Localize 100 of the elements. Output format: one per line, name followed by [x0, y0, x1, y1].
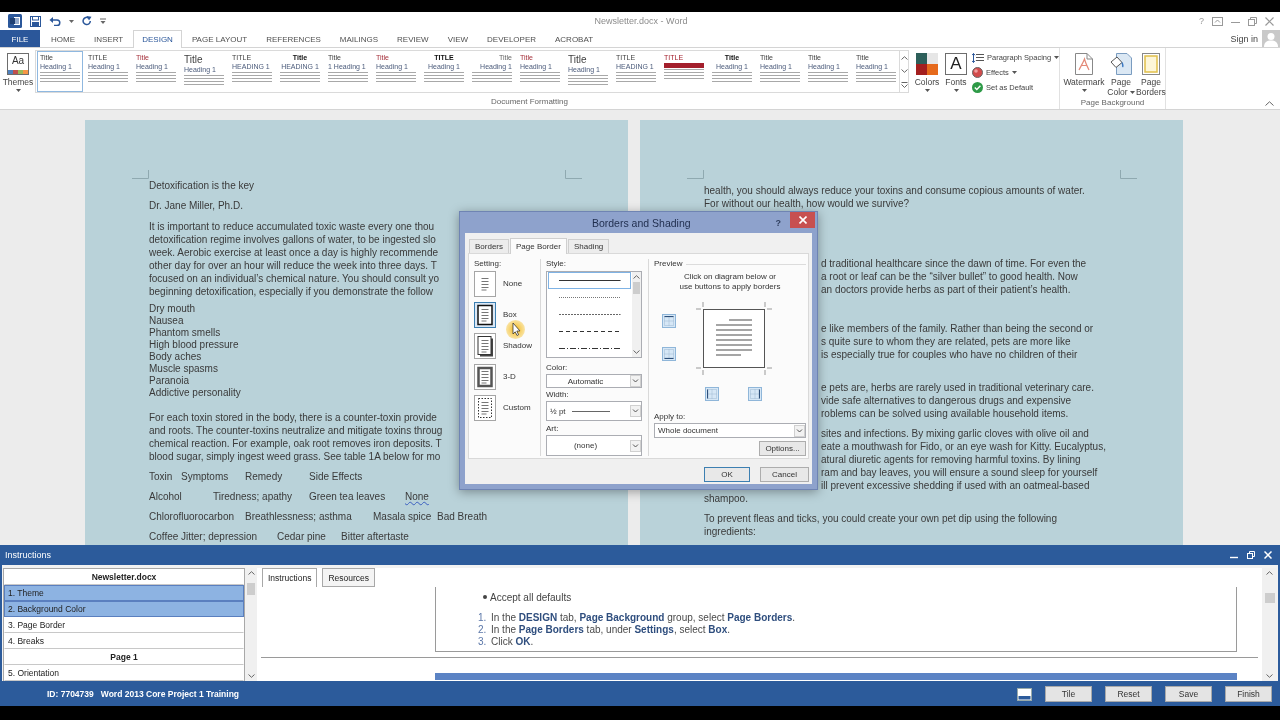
- panel-title: Instructions: [5, 550, 52, 560]
- paint-bucket-icon: [1110, 53, 1132, 75]
- border-toggle-button[interactable]: [662, 347, 676, 361]
- undo-icon[interactable]: [49, 16, 61, 26]
- dialog-title: Borders and Shading: [591, 216, 691, 229]
- paragraph-fragment: ram and bay leaves, you will ensure a sound sleep for yourself: [821, 466, 1098, 479]
- status-button[interactable]: Finish: [1225, 686, 1272, 702]
- text-lines-icon: [40, 72, 80, 82]
- ribbon-tab[interactable]: DESIGN: [133, 30, 182, 48]
- fonts-button[interactable]: A Fonts: [943, 50, 969, 92]
- paragraph-fragment: a root or leaf can be the “silver bullet” to good health. Now: [821, 270, 1078, 283]
- panel-tab[interactable]: Instructions: [262, 568, 318, 587]
- setting-option[interactable]: Box: [474, 302, 517, 328]
- section-label: Preview: [654, 259, 683, 269]
- dialog-tab[interactable]: Shading: [567, 239, 610, 253]
- scroll-down-icon[interactable]: [1266, 674, 1273, 678]
- scroll-up-icon[interactable]: [247, 571, 255, 575]
- scroll-up-icon[interactable]: [633, 275, 640, 279]
- apply-to-select[interactable]: Whole document: [654, 423, 806, 438]
- dialog-tab[interactable]: Page Border: [510, 238, 567, 254]
- status-button[interactable]: Reset: [1105, 686, 1152, 702]
- dotted-page-icon[interactable]: [474, 395, 496, 421]
- table-cell: Cedar pine: [277, 531, 326, 542]
- ribbon-display-icon[interactable]: [1212, 16, 1223, 26]
- paragraph-fragment: sites and infections. By mixing garlic cloves with olive oil and: [821, 427, 1089, 440]
- app-logo-icon[interactable]: [8, 14, 22, 28]
- page-borders-button[interactable]: Page Borders: [1136, 50, 1166, 97]
- line-style-list[interactable]: [546, 271, 642, 358]
- text-lines-icon: [856, 72, 896, 82]
- list-item: Body aches: [149, 351, 202, 363]
- shadowed-page-icon[interactable]: [474, 333, 496, 359]
- caret-icon: [953, 89, 959, 92]
- table-cell: Bad Breath: [437, 511, 488, 522]
- border-toggle-button[interactable]: [748, 387, 762, 401]
- step-text: Click OK.: [491, 635, 534, 647]
- file-tab[interactable]: FILE: [0, 30, 40, 47]
- redo-icon[interactable]: [82, 16, 92, 26]
- color-select[interactable]: Automatic: [546, 374, 642, 388]
- restore-icon[interactable]: [1248, 16, 1257, 26]
- scroll-down-icon[interactable]: [247, 674, 255, 678]
- restore-icon[interactable]: [1247, 551, 1255, 559]
- collapse-icon[interactable]: [1265, 101, 1274, 106]
- cancel-button[interactable]: Cancel: [760, 467, 809, 482]
- colors-button[interactable]: Colors: [913, 50, 941, 92]
- setting-option[interactable]: Custom: [474, 395, 531, 421]
- line-style-option[interactable]: [548, 272, 631, 289]
- art-select[interactable]: (none): [546, 435, 642, 456]
- task-item[interactable]: 1. Theme: [4, 585, 244, 601]
- paragraph-fragment: ill prevent excessive shedding if used with an oatmeal-based: [821, 479, 1090, 492]
- step-text: In the Page Borders tab, under Settings, select Box.: [491, 623, 731, 635]
- page-lines-icon[interactable]: [474, 271, 496, 297]
- list-item: High blood pressure: [149, 339, 239, 351]
- table-cell: None: [405, 491, 429, 502]
- dialog-tab[interactable]: Borders: [469, 239, 509, 253]
- list-item: Paranoia: [149, 375, 190, 387]
- page-border-icon: [1142, 53, 1160, 75]
- customize-icon[interactable]: [100, 18, 106, 24]
- setting-option[interactable]: 3-D: [474, 364, 516, 390]
- list-item: Phantom smells: [149, 327, 221, 339]
- scroll-down-icon[interactable]: [633, 350, 640, 354]
- themes-button[interactable]: Aa Themes: [3, 50, 33, 92]
- scroll-up-icon[interactable]: [1266, 571, 1273, 575]
- border-toggle-button[interactable]: [662, 314, 676, 328]
- page-color-button[interactable]: Page Color: [1106, 50, 1136, 97]
- help-button[interactable]: ?: [775, 217, 781, 228]
- paragraph-fragment: d traditional healthcare since the dawn of time. For even the: [821, 257, 1087, 270]
- panel-tab[interactable]: Resources: [322, 568, 376, 587]
- width-select[interactable]: ½ pt: [546, 401, 642, 421]
- margin-corner-icon: [1120, 170, 1137, 179]
- close-button[interactable]: [790, 212, 815, 228]
- status-button[interactable]: Save: [1165, 686, 1212, 702]
- paragraph-fragment: is especially true for couples who have no children of their: [821, 348, 1078, 361]
- scroll-thumb[interactable]: [1264, 593, 1275, 603]
- scroll-up-icon[interactable]: [900, 55, 908, 60]
- watermark-button[interactable]: Watermark: [1062, 50, 1106, 92]
- options-button[interactable]: Options...: [759, 441, 806, 456]
- border-toggle-button[interactable]: [705, 387, 719, 401]
- scroll-thumb[interactable]: [633, 282, 640, 294]
- setting-option[interactable]: None: [474, 271, 523, 297]
- boxed-page-icon[interactable]: [474, 302, 496, 328]
- paragraph-fragment: eate a mouthwash for Fido, or an eye wash for Kitty. Eucalyptus,: [821, 440, 1106, 453]
- status-button[interactable]: Tile: [1045, 686, 1092, 702]
- task-item[interactable]: 2. Background Color: [4, 601, 244, 617]
- page-preview-diagram[interactable]: [696, 302, 772, 375]
- scroll-down-icon[interactable]: [900, 68, 908, 73]
- paragraph-fragment: atural diuretic agents for removing harmful toxins. By lining: [821, 453, 1081, 466]
- save-icon[interactable]: [30, 15, 41, 27]
- list-item: Muscle spasms: [149, 363, 218, 375]
- sign-in-link[interactable]: Sign in: [1230, 33, 1258, 44]
- ok-button[interactable]: OK: [704, 467, 750, 482]
- close-icon[interactable]: [1265, 16, 1274, 26]
- window-layout-icon[interactable]: [1017, 687, 1032, 701]
- table-cell: Alcohol: [149, 491, 182, 502]
- more-icon[interactable]: [900, 81, 908, 88]
- step-number: 1.: [478, 611, 488, 623]
- caret-icon: [15, 89, 21, 92]
- framed-page-icon[interactable]: [474, 364, 496, 390]
- window-title: Newsletter.docx - Word: [594, 16, 688, 26]
- scroll-thumb[interactable]: [247, 583, 255, 595]
- step-text: In the DESIGN tab, Page Background group, select Page Borders.: [491, 611, 796, 623]
